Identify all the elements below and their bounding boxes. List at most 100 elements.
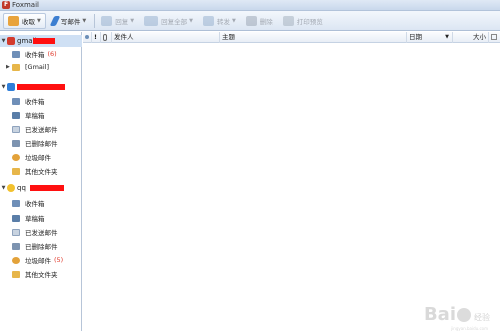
folder-sidebar: ▼ gmail 收件箱 (6) ▶ [Gmail] ▼ 收件箱 草稿箱 已发送邮… [0,32,82,331]
spam-icon [12,256,20,264]
collapse-arrow-icon[interactable]: ▼ [0,84,7,90]
reply-arrow-icon [101,15,113,26]
receive-mail-button[interactable]: 收取 ▼ [3,12,46,29]
folder-drafts[interactable]: 草稿箱 [12,109,45,121]
folder-label: 已删除邮件 [25,140,58,148]
redaction-bar [17,84,65,90]
inbox-folder-icon [12,97,20,105]
pen-icon [49,15,61,26]
reply-button[interactable]: 回复 ▼ [97,13,138,29]
delete-x-icon [245,15,257,26]
folder-label: 其他文件夹 [25,271,58,279]
chevron-down-icon[interactable]: ▼ [37,18,41,24]
folder-icon [12,270,20,278]
inbox-folder-icon [12,50,20,58]
folder-label: 已发送邮件 [25,229,58,237]
collapse-arrow-icon[interactable]: ▼ [0,185,7,191]
status-dot-icon [85,35,89,39]
reply-label: 回复 [115,17,129,26]
folder-label: 垃圾邮件 [25,154,51,162]
folder-gmail[interactable]: ▶ [Gmail] [6,61,50,73]
folder-deleted[interactable]: 已删除邮件 [12,137,58,149]
forward-label: 转发 [216,17,230,26]
app-title: Foxmail [12,1,39,9]
drafts-icon [12,214,20,222]
folder-inbox[interactable]: 收件箱 [12,95,45,107]
folder-label: 已发送邮件 [25,126,58,134]
spam-icon [12,153,20,161]
reply-all-button[interactable]: 回复全部 ▼ [140,13,197,29]
folder-drafts[interactable]: 草稿箱 [12,212,45,224]
receive-mail-label: 收取 [22,17,35,26]
chevron-down-icon: ▼ [445,34,449,40]
folder-deleted[interactable]: 已删除邮件 [12,240,58,252]
mail-list-header: ! 发件人 主题 日期 ▼ 大小 [83,32,500,43]
main-toolbar: 收取 ▼ 写邮件 ▼ 回复 ▼ 回复全部 ▼ 转发 ▼ 删除 打印预览 [0,11,500,31]
forward-arrow-icon [202,15,214,26]
chevron-down-icon[interactable]: ▼ [130,18,134,24]
folder-icon [12,167,20,175]
column-sender[interactable]: 发件人 [112,32,220,43]
trash-icon [12,139,20,147]
delete-label: 删除 [259,17,273,26]
folder-label: 草稿箱 [25,112,45,120]
delete-button[interactable]: 删除 [242,13,277,29]
watermark-logo: Bai [423,304,456,325]
unread-count: (6) [47,50,57,58]
column-options[interactable] [489,32,500,43]
folder-icon [12,63,20,71]
account-name: qq [17,184,26,192]
compose-label: 写邮件 [60,17,81,26]
inbox-tray-icon [8,15,19,26]
chevron-down-icon[interactable]: ▼ [232,18,236,24]
folder-label: 草稿箱 [25,215,45,223]
forward-button[interactable]: 转发 ▼ [199,13,240,29]
collapse-arrow-icon[interactable]: ▼ [0,38,7,44]
reply-all-arrow-icon [144,15,159,26]
redaction-bar [30,185,64,191]
print-preview-button[interactable]: 打印预览 [279,13,327,29]
chevron-down-icon[interactable]: ▼ [82,18,86,24]
print-preview-label: 打印预览 [296,17,323,26]
folder-label: 已删除邮件 [25,243,58,251]
folder-sent[interactable]: 已发送邮件 [12,226,58,238]
chevron-down-icon[interactable]: ▼ [189,18,193,24]
paw-logo-icon [457,308,471,322]
column-size[interactable]: 大小 [453,32,489,43]
reply-all-label: 回复全部 [161,17,188,26]
mail-list-pane: ! 发件人 主题 日期 ▼ 大小 Bai 经验 jingyan.baidu.co… [83,32,500,331]
folder-label: 收件箱 [25,98,45,106]
column-attachment[interactable] [101,32,112,43]
date-column-label: 日期 [409,33,422,41]
folder-label: 收件箱 [25,51,45,59]
trash-icon [12,242,20,250]
column-flag[interactable]: ! [92,32,101,43]
baidu-watermark: Bai 经验 [424,304,490,325]
watermark-url: jingyan.baidu.com [451,326,488,331]
compose-button[interactable]: 写邮件 ▼ [48,13,90,29]
inbox-folder-icon [12,199,20,207]
mail-account-icon [7,83,15,91]
folder-inbox[interactable]: 收件箱 (6) [12,48,57,60]
title-bar: F Foxmail [0,0,500,11]
folder-spam[interactable]: 垃圾邮件 (5) [12,254,63,266]
watermark-title: 经验 [474,313,490,322]
column-date[interactable]: 日期 ▼ [407,32,453,43]
toolbar-divider [94,13,96,28]
folder-other[interactable]: 其他文件夹 [12,268,58,280]
gmail-account-icon [7,37,15,45]
column-status[interactable] [83,32,92,43]
unread-count: (5) [54,256,64,264]
column-subject[interactable]: 主题 [220,32,407,43]
folder-spam[interactable]: 垃圾邮件 [12,151,51,163]
folder-label: 垃圾邮件 [25,257,51,265]
folder-other[interactable]: 其他文件夹 [12,165,58,177]
sent-mail-icon [12,125,20,133]
printer-icon [282,15,294,26]
redaction-bar [33,38,55,44]
folder-inbox[interactable]: 收件箱 [12,197,45,209]
folder-label: 其他文件夹 [25,168,58,176]
folder-sent[interactable]: 已发送邮件 [12,123,58,135]
folder-label: [Gmail] [25,63,50,71]
column-options-icon [491,34,497,40]
